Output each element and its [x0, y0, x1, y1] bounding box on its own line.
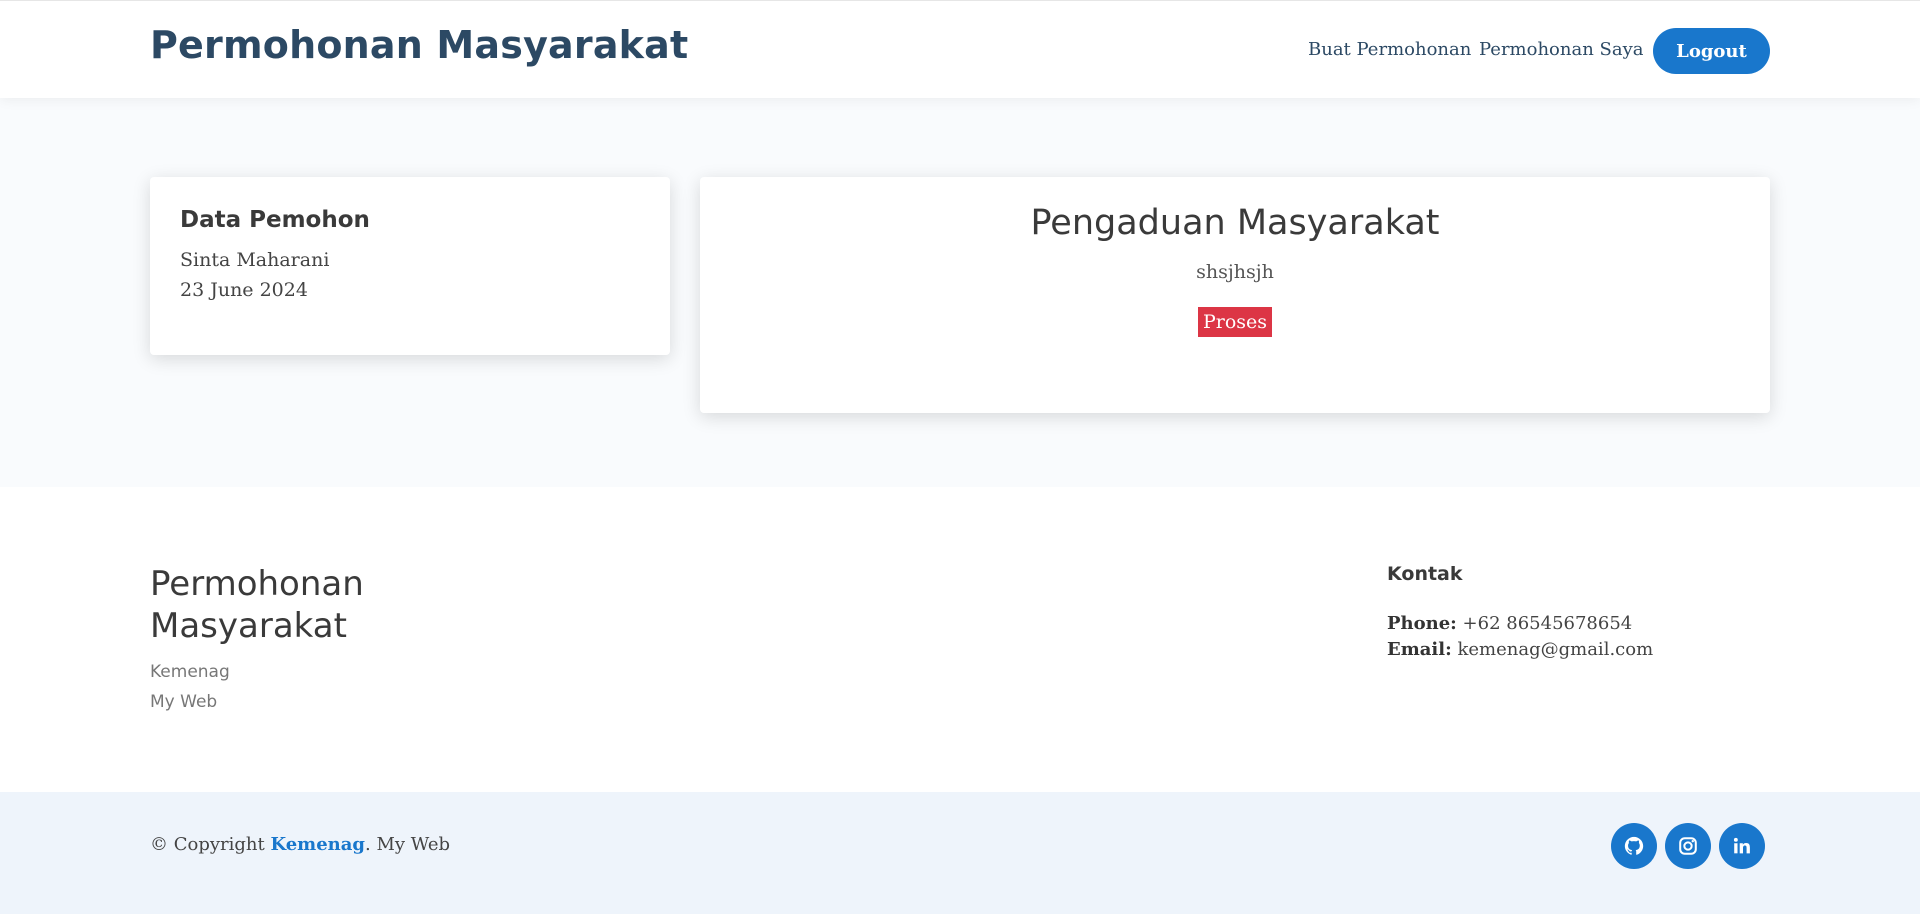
copyright-suffix: . My Web	[365, 834, 450, 855]
application-date: 23 June 2024	[180, 279, 308, 301]
site-logo[interactable]: Permohonan Masyarakat	[150, 23, 688, 67]
complaint-title: Pengaduan Masyarakat	[1030, 203, 1440, 243]
logout-button[interactable]: Logout	[1653, 28, 1770, 74]
complaint-card: Pengaduan Masyarakat shsjhsjh Proses	[700, 177, 1770, 413]
contact-phone: Phone: +62 86545678654	[1387, 613, 1632, 634]
footer-title: Permohonan Masyarakat	[150, 564, 364, 646]
phone-value: +62 86545678654	[1462, 613, 1633, 634]
footer-subtitle-myweb: My Web	[150, 692, 218, 712]
linkedin-icon	[1733, 837, 1750, 854]
applicant-card: Data Pemohon Sinta Maharani 23 June 2024	[150, 177, 670, 355]
phone-label: Phone:	[1387, 613, 1457, 634]
copyright: © Copyright Kemenag. My Web	[150, 834, 450, 855]
complaint-description: shsjhsjh	[1196, 261, 1274, 283]
contact-title: Kontak	[1387, 563, 1463, 585]
nav-permohonan-saya[interactable]: Permohonan Saya	[1479, 39, 1644, 60]
status-badge: Proses	[1197, 307, 1273, 337]
github-button[interactable]	[1611, 823, 1657, 869]
email-label: Email:	[1387, 639, 1452, 660]
email-value: kemenag@gmail.com	[1457, 639, 1654, 660]
applicant-card-title: Data Pemohon	[180, 207, 370, 233]
instagram-button[interactable]	[1665, 823, 1711, 869]
contact-email: Email: kemenag@gmail.com	[1387, 639, 1653, 660]
footer-top: Permohonan Masyarakat Kemenag My Web Kon…	[0, 487, 1920, 792]
instagram-icon	[1679, 837, 1697, 855]
github-icon	[1624, 836, 1644, 855]
site-header: Permohonan Masyarakat Buat Permohonan Pe…	[0, 0, 1920, 98]
footer-bottom: © Copyright Kemenag. My Web	[0, 792, 1920, 914]
nav-buat-permohonan[interactable]: Buat Permohonan	[1308, 39, 1471, 60]
status-badge-wrap: Proses	[700, 307, 1770, 337]
copyright-brand[interactable]: Kemenag	[270, 834, 365, 855]
linkedin-button[interactable]	[1719, 823, 1765, 869]
footer-subtitle-kemenag: Kemenag	[150, 662, 230, 682]
copyright-prefix: © Copyright	[150, 834, 265, 855]
applicant-name: Sinta Maharani	[180, 249, 330, 271]
